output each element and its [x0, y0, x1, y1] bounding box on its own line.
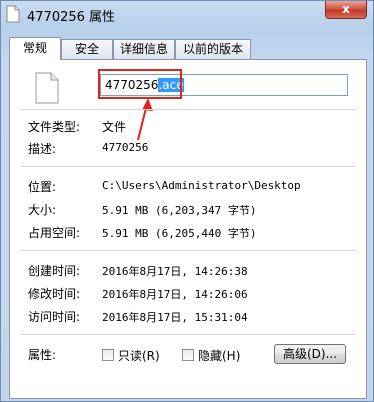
file-type-value: 文件: [102, 120, 127, 134]
disk-size-label: 占用空间:: [28, 226, 81, 240]
properties-dialog: 4770256 属性 x 常规 安全 详细信息 以前的版本 4770256.ac…: [0, 0, 374, 402]
window-title: 4770256 属性: [27, 10, 116, 25]
separator: [20, 166, 356, 167]
hidden-label[interactable]: 隐藏(H): [198, 347, 240, 364]
readonly-label[interactable]: 只读(R): [118, 347, 160, 364]
file-type-label: 文件类型:: [28, 120, 81, 134]
readonly-checkbox[interactable]: [102, 349, 114, 361]
separator: [20, 334, 356, 335]
file-icon-small: [6, 5, 20, 23]
attributes-label: 属性:: [28, 348, 57, 362]
tab-security[interactable]: 安全: [61, 39, 113, 59]
location-label: 位置:: [28, 180, 57, 194]
disk-size-value: 5.91 MB (6,205,440 字节): [102, 227, 257, 240]
tab-details[interactable]: 详细信息: [113, 39, 175, 59]
hidden-checkbox[interactable]: [182, 349, 194, 361]
accessed-label: 访问时间:: [28, 310, 81, 324]
separator: [20, 250, 356, 251]
modified-value: 2016年8月17日, 14:26:06: [102, 288, 248, 301]
general-tab-panel: 4770256.ace 文件类型: 文件 描述: 4770256 位置: C:\…: [9, 59, 367, 399]
location-value: C:\Users\Administrator\Desktop: [102, 179, 301, 192]
close-button[interactable]: x: [325, 1, 367, 19]
created-label: 创建时间:: [28, 264, 81, 278]
separator: [20, 109, 356, 110]
size-value: 5.91 MB (6,203,347 字节): [102, 204, 257, 217]
modified-label: 修改时间:: [28, 287, 81, 301]
advanced-button[interactable]: 高级(D)...: [274, 344, 346, 364]
title-bar[interactable]: 4770256 属性 x: [1, 1, 373, 27]
tab-general[interactable]: 常规: [9, 37, 61, 60]
accessed-value: 2016年8月17日, 15:31:04: [102, 311, 248, 324]
created-value: 2016年8月17日, 14:26:38: [102, 265, 248, 278]
tab-previous-versions[interactable]: 以前的版本: [175, 39, 251, 59]
description-label: 描述:: [28, 142, 57, 156]
highlight-box: [98, 69, 182, 99]
description-value: 4770256: [102, 141, 149, 154]
generic-file-icon: [35, 72, 59, 104]
size-label: 大小:: [28, 203, 57, 217]
close-icon: x: [342, 2, 350, 16]
